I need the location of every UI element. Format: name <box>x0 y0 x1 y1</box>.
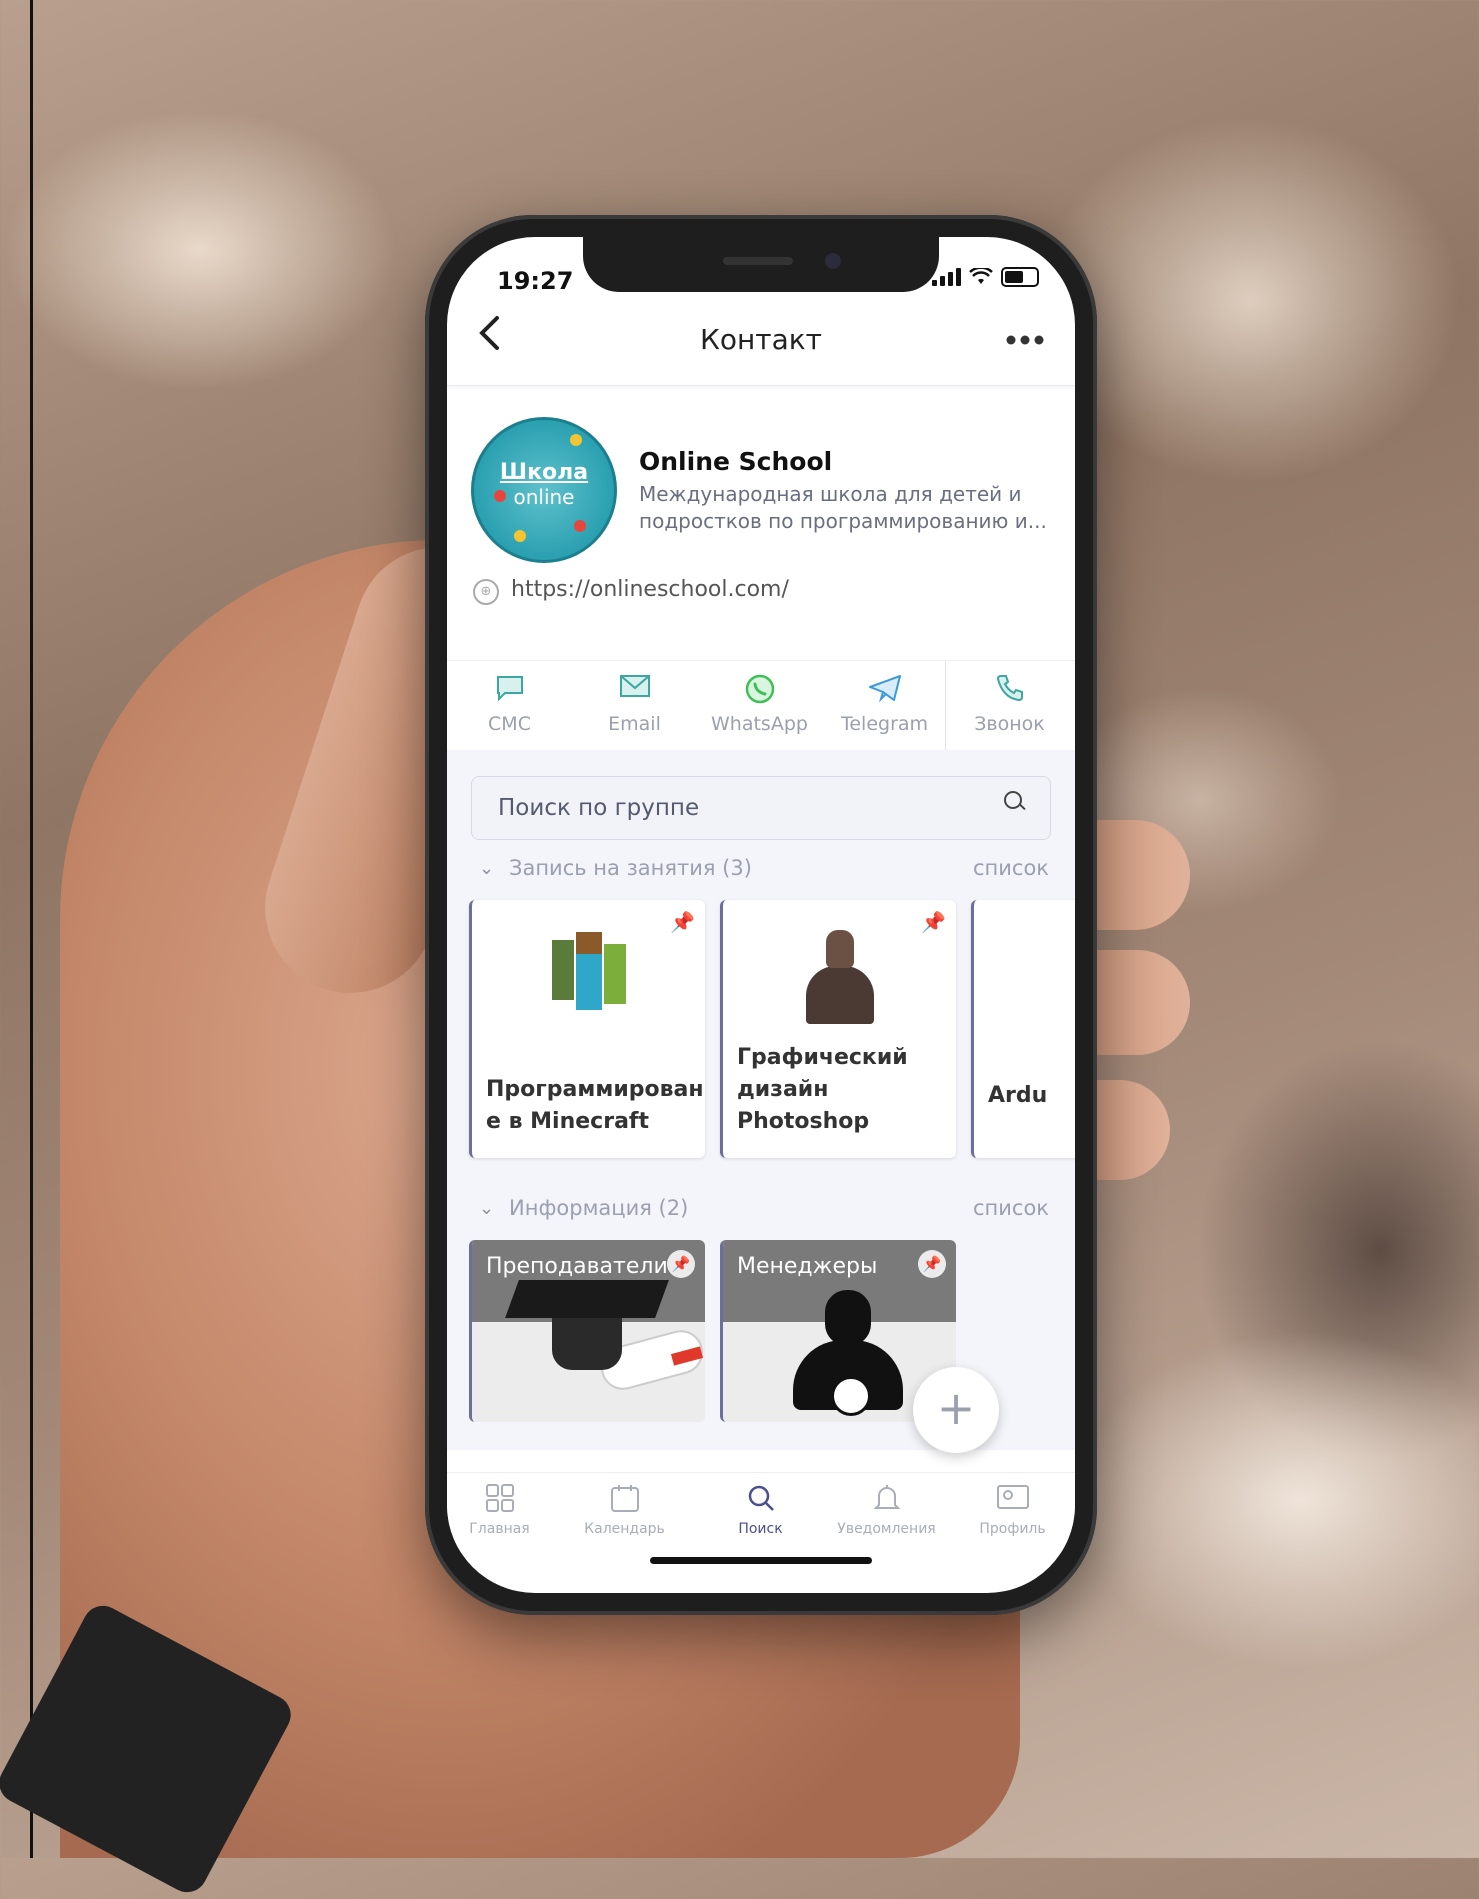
tab-home[interactable]: Главная <box>447 1483 562 1537</box>
telegram-label: Telegram <box>840 713 929 735</box>
speaker-grille <box>723 257 793 265</box>
battery-icon <box>1001 267 1039 287</box>
whatsapp-button[interactable]: WhatsApp <box>697 673 822 735</box>
section-header-classes[interactable]: ⌄ Запись на занятия (3) список <box>471 856 1049 886</box>
tab-label: Уведомления <box>837 1521 936 1537</box>
email-button[interactable]: Email <box>572 673 697 735</box>
pin-icon[interactable]: 📌 <box>918 1250 946 1278</box>
photoshop-image <box>800 930 880 1025</box>
card-title-line: дизайн Photoshop <box>737 1077 870 1134</box>
sms-button[interactable]: СМС <box>447 673 572 735</box>
chevron-down-icon: ⌄ <box>479 1198 495 1219</box>
tab-search[interactable]: Поиск <box>698 1483 823 1537</box>
search-icon <box>698 1483 823 1519</box>
home-indicator[interactable] <box>650 1557 872 1564</box>
card-title-line: е в Minecraft <box>486 1109 650 1134</box>
email-label: Email <box>608 713 661 735</box>
call-label: Звонок <box>974 713 1045 735</box>
contact-profile: Школа online Online School Международная… <box>447 387 1075 660</box>
minecraft-image <box>544 930 634 1020</box>
telegram-button[interactable]: Telegram <box>822 673 947 735</box>
status-time: 19:27 <box>497 267 574 295</box>
tab-notifications[interactable]: Уведомления <box>824 1483 949 1537</box>
tab-label: Главная <box>469 1521 530 1537</box>
phone-notch <box>583 237 939 292</box>
actions-divider <box>945 661 946 751</box>
website-link[interactable]: https://onlineschool.com/ <box>511 577 789 602</box>
group-content: Поиск по группе ⌄ Запись на занятия (3) … <box>447 750 1075 1450</box>
add-button[interactable]: + <box>913 1367 999 1453</box>
search-icon[interactable] <box>1004 791 1022 809</box>
page-title: Контакт <box>699 323 822 356</box>
front-camera <box>825 253 841 269</box>
course-card-minecraft[interactable]: 📌 Программировани е в Minecraft <box>469 900 705 1158</box>
call-button[interactable]: Звонок <box>947 673 1072 735</box>
card-title-line: Программировани <box>486 1077 705 1102</box>
tab-label: Календарь <box>584 1521 665 1537</box>
pin-icon[interactable]: 📌 <box>667 1250 695 1278</box>
sms-label: СМС <box>488 713 531 735</box>
tab-label: Профиль <box>979 1521 1046 1537</box>
section-header-info[interactable]: ⌄ Информация (2) список <box>471 1196 1049 1226</box>
card-title-line: Графический <box>737 1045 908 1070</box>
list-view-link[interactable]: список <box>973 856 1049 880</box>
section-title: Запись на занятия (3) <box>509 856 752 880</box>
bell-icon <box>824 1483 949 1519</box>
phone-icon <box>947 673 1072 707</box>
section-title: Информация (2) <box>509 1196 689 1220</box>
chevron-down-icon: ⌄ <box>479 858 495 879</box>
more-button[interactable] <box>1005 319 1045 354</box>
group-search-input[interactable]: Поиск по группе <box>471 776 1051 840</box>
card-title: Ardu <box>988 1083 1048 1108</box>
navigation-bar: Контакт <box>447 299 1075 386</box>
pin-icon[interactable]: 📌 <box>670 910 695 934</box>
search-placeholder: Поиск по группе <box>498 795 700 821</box>
avatar-logo-line1: Школа <box>499 460 589 485</box>
telegram-icon <box>822 673 947 707</box>
profile-icon <box>950 1483 1075 1519</box>
tab-label: Поиск <box>738 1521 783 1537</box>
contact-name: Online School <box>639 447 833 476</box>
tab-calendar[interactable]: Календарь <box>562 1483 687 1537</box>
globe-icon: ⊕ <box>473 579 499 605</box>
card-title: Программировани е в Minecraft <box>486 1074 705 1138</box>
info-card-title: Менеджеры <box>737 1254 878 1279</box>
contact-actions: СМС Email WhatsApp Telegram Звонок <box>447 660 1075 751</box>
card-title: Графический дизайн Photoshop <box>737 1042 956 1138</box>
whatsapp-icon <box>697 673 822 707</box>
envelope-icon <box>572 673 697 707</box>
info-card-title: Преподаватели <box>486 1254 668 1279</box>
pin-icon[interactable]: 📌 <box>921 910 946 934</box>
avatar[interactable]: Школа online <box>471 417 617 563</box>
course-card-photoshop[interactable]: 📌 Графический дизайн Photoshop <box>720 900 956 1158</box>
whatsapp-label: WhatsApp <box>711 713 808 735</box>
more-horizontal-icon <box>1006 335 1044 345</box>
manager-image <box>793 1290 903 1420</box>
info-card-teachers[interactable]: Преподаватели 📌 <box>469 1240 705 1422</box>
graduation-cap-image <box>505 1280 705 1393</box>
course-card-arduino[interactable]: Ardu <box>971 900 1075 1158</box>
phone-screen: 19:27 Контакт Школа online Online School… <box>447 237 1075 1593</box>
phone-frame: 19:27 Контакт Школа online Online School… <box>425 215 1097 1615</box>
calendar-icon <box>562 1483 687 1519</box>
chat-bubble-icon <box>447 673 572 707</box>
status-icons <box>932 267 1039 287</box>
tab-bar: Главная Календарь Поиск Уведомления Проф… <box>447 1472 1075 1553</box>
list-view-link[interactable]: список <box>973 1196 1049 1220</box>
contact-description: Международная школа для детей и подростк… <box>639 482 1047 533</box>
frame-border-line <box>30 0 33 1858</box>
wifi-icon <box>969 268 993 284</box>
tab-profile[interactable]: Профиль <box>950 1483 1075 1537</box>
signal-icon <box>932 268 961 286</box>
grid-icon <box>447 1483 562 1519</box>
